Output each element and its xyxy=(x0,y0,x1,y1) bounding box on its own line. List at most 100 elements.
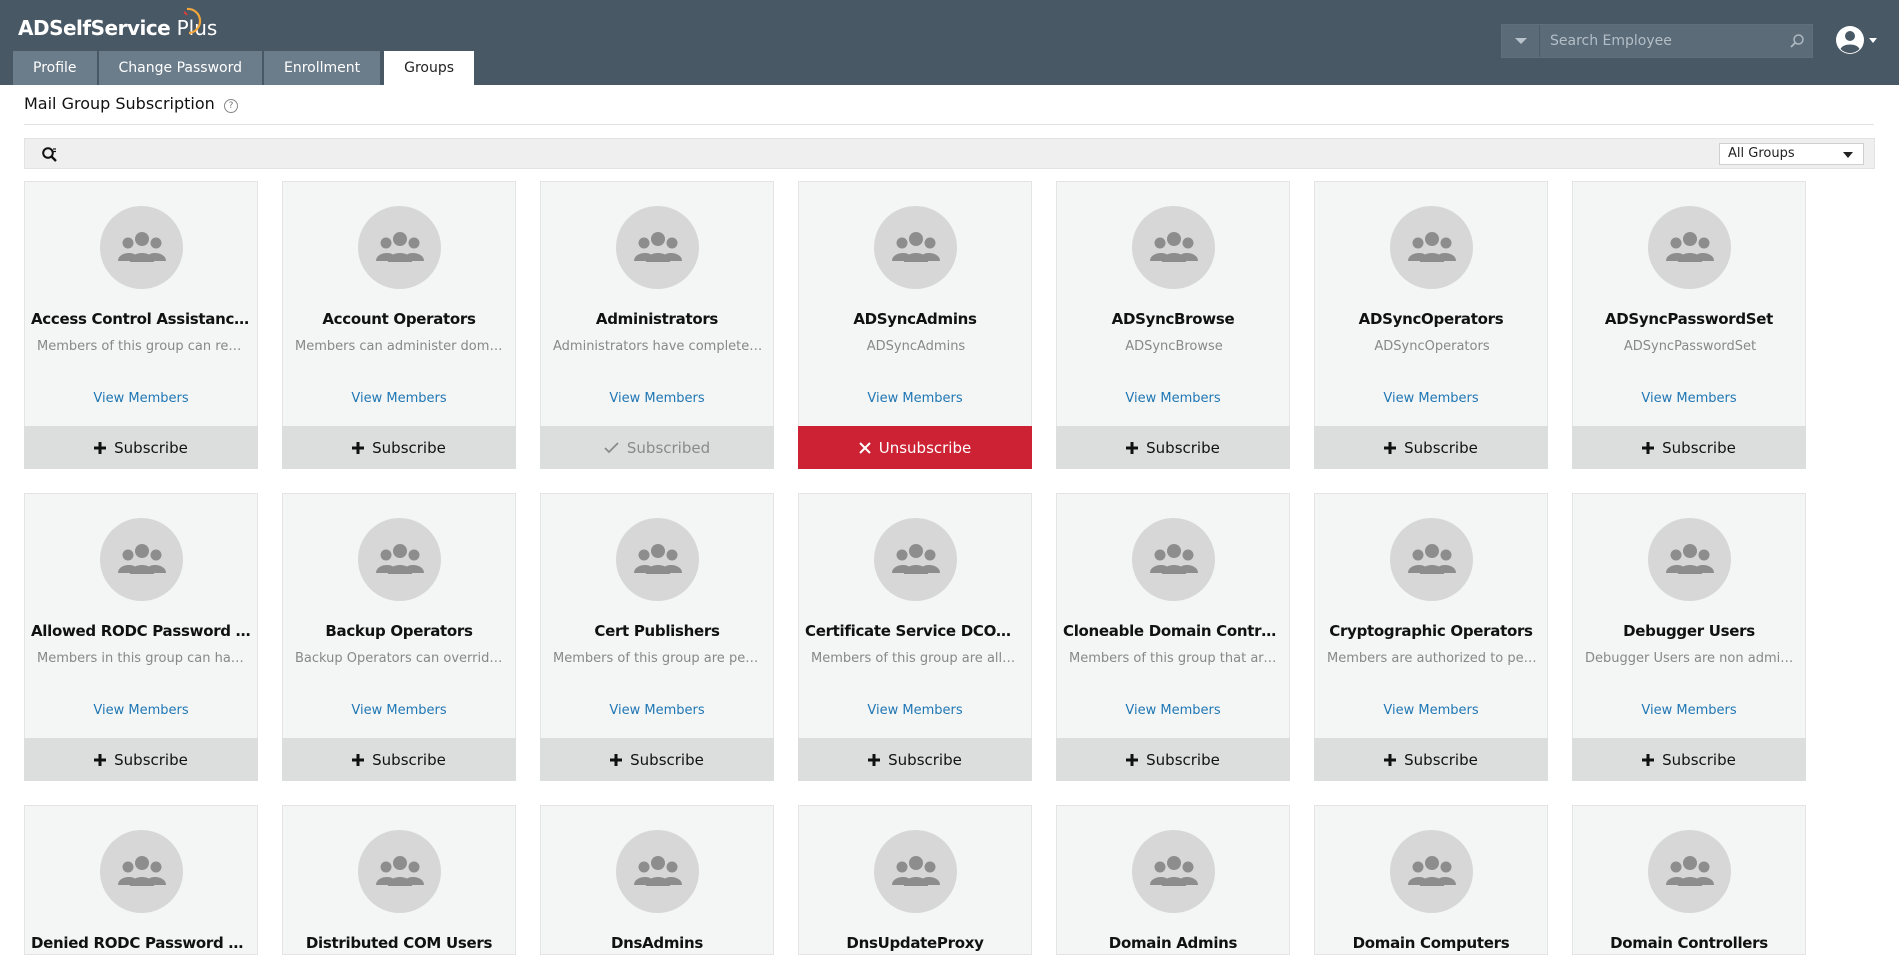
action-label: Subscribe xyxy=(1404,438,1478,457)
view-members-link[interactable]: View Members xyxy=(283,391,515,406)
subscribe-button[interactable]: Subscribe xyxy=(24,426,258,469)
group-card: Distributed COM Users xyxy=(282,805,516,955)
plus-icon xyxy=(610,753,623,766)
group-card: ADSyncOperators ADSyncOperators View Membe… xyxy=(1314,181,1548,469)
group-card: ADSyncBrowse ADSyncBrowse View Members Subs… xyxy=(1056,181,1290,469)
group-description: Members of this group that are domain co… xyxy=(1069,651,1279,666)
group-icon xyxy=(117,852,167,892)
subscribe-button[interactable]: Subscribe xyxy=(1056,426,1290,469)
group-card: Domain Controllers xyxy=(1572,805,1806,955)
group-name: ADSyncPasswordSet xyxy=(1604,310,1774,328)
subscribe-button[interactable]: Subscribe xyxy=(282,738,516,781)
view-members-link[interactable]: View Members xyxy=(541,703,773,718)
group-description: Members can administer domain user and g… xyxy=(295,339,505,354)
subscribe-button[interactable]: Subscribe xyxy=(1314,426,1548,469)
group-card: DnsUpdateProxy xyxy=(798,805,1032,955)
user-menu[interactable] xyxy=(1835,25,1877,55)
group-name: Backup Operators xyxy=(325,622,473,640)
tab-change-password[interactable]: Change Password xyxy=(98,51,262,85)
view-members-link[interactable]: View Members xyxy=(799,391,1031,406)
group-avatar xyxy=(1390,206,1473,289)
view-members-link[interactable]: View Members xyxy=(1573,703,1805,718)
group-icon xyxy=(375,540,425,580)
group-icon xyxy=(375,852,425,892)
tab-profile[interactable]: Profile xyxy=(13,51,97,85)
search-icon[interactable] xyxy=(1782,33,1812,49)
group-name: Debugger Users xyxy=(1623,622,1755,640)
group-icon xyxy=(891,852,941,892)
group-icon xyxy=(1665,540,1715,580)
subscribe-button[interactable]: Subscribe xyxy=(24,738,258,781)
view-members-link[interactable]: View Members xyxy=(1057,703,1289,718)
view-members-link[interactable]: View Members xyxy=(25,703,257,718)
group-icon xyxy=(891,540,941,580)
group-description: Debugger Users are non administrators xyxy=(1585,651,1795,666)
action-label: Subscribe xyxy=(1662,438,1736,457)
plus-icon xyxy=(1126,441,1139,454)
group-description: ADSyncPasswordSet xyxy=(1623,339,1757,354)
subscribe-button[interactable]: Subscribe xyxy=(798,738,1032,781)
subscribe-button[interactable]: Subscribe xyxy=(1314,738,1548,781)
view-members-link[interactable]: View Members xyxy=(25,391,257,406)
view-members-link[interactable]: View Members xyxy=(1315,703,1547,718)
group-description: ADSyncOperators xyxy=(1374,339,1490,354)
group-card: Domain Computers xyxy=(1314,805,1548,955)
tab-groups[interactable]: Groups xyxy=(384,51,475,85)
group-filter-select[interactable]: All Groups xyxy=(1719,143,1864,165)
group-avatar xyxy=(1132,518,1215,601)
view-members-link[interactable]: View Members xyxy=(1573,391,1805,406)
filter-search-icon[interactable] xyxy=(41,146,58,167)
action-label: Subscribe xyxy=(1404,750,1478,769)
group-avatar xyxy=(874,830,957,913)
view-members-link[interactable]: View Members xyxy=(283,703,515,718)
view-members-link[interactable]: View Members xyxy=(1057,391,1289,406)
subscribe-button[interactable]: Subscribe xyxy=(282,426,516,469)
group-name: Distributed COM Users xyxy=(305,934,493,952)
view-members-link[interactable]: View Members xyxy=(799,703,1031,718)
group-avatar xyxy=(358,206,441,289)
subscribe-button[interactable]: Subscribe xyxy=(540,738,774,781)
action-label: Unsubscribe xyxy=(878,438,972,457)
group-avatar xyxy=(874,206,957,289)
plus-icon xyxy=(94,753,107,766)
action-label: Subscribe xyxy=(372,438,446,457)
action-label: Subscribed xyxy=(626,438,711,457)
group-name: Denied RODC Password Replication Group xyxy=(31,934,251,952)
logo-arc-icon xyxy=(183,7,202,35)
group-avatar xyxy=(1132,830,1215,913)
group-avatar xyxy=(1648,206,1731,289)
search-employee-input[interactable] xyxy=(1540,25,1782,57)
plus-icon xyxy=(1126,753,1139,766)
subscribe-button[interactable]: Subscribe xyxy=(1056,738,1290,781)
action-label: Subscribe xyxy=(1662,750,1736,769)
group-card: Certificate Service DCOM Access Members o… xyxy=(798,493,1032,781)
subscribe-button[interactable]: Subscribe xyxy=(1572,738,1806,781)
group-avatar xyxy=(874,518,957,601)
main-tabs: Profile Change Password Enrollment Group… xyxy=(13,51,476,85)
group-card: Denied RODC Password Replication Group xyxy=(24,805,258,955)
group-name: DnsUpdateProxy xyxy=(846,934,984,952)
group-avatar xyxy=(100,830,183,913)
group-avatar xyxy=(100,518,183,601)
search-scope-dropdown[interactable] xyxy=(1502,25,1540,57)
view-members-link[interactable]: View Members xyxy=(1315,391,1547,406)
view-members-link[interactable]: View Members xyxy=(541,391,773,406)
help-icon[interactable]: ? xyxy=(224,99,238,113)
group-card: Account Operators Members can administer … xyxy=(282,181,516,469)
subscribed-button[interactable]: Subscribed xyxy=(540,426,774,469)
unsubscribe-button[interactable]: Unsubscribe xyxy=(798,426,1032,469)
group-card: Debugger Users Debugger Users are non adm… xyxy=(1572,493,1806,781)
group-avatar xyxy=(1390,830,1473,913)
group-icon xyxy=(633,852,683,892)
group-avatar xyxy=(358,830,441,913)
group-name: Administrators xyxy=(595,310,719,328)
group-card: Domain Admins xyxy=(1056,805,1290,955)
divider xyxy=(24,124,1874,125)
group-card: Administrators Administrators have comple… xyxy=(540,181,774,469)
group-description: Members of this group are allowed to con… xyxy=(811,651,1021,666)
tab-enrollment[interactable]: Enrollment xyxy=(263,51,381,85)
group-icon xyxy=(633,540,683,580)
group-icon xyxy=(1149,540,1199,580)
subscribe-button[interactable]: Subscribe xyxy=(1572,426,1806,469)
group-description: ADSyncAdmins xyxy=(866,339,966,354)
